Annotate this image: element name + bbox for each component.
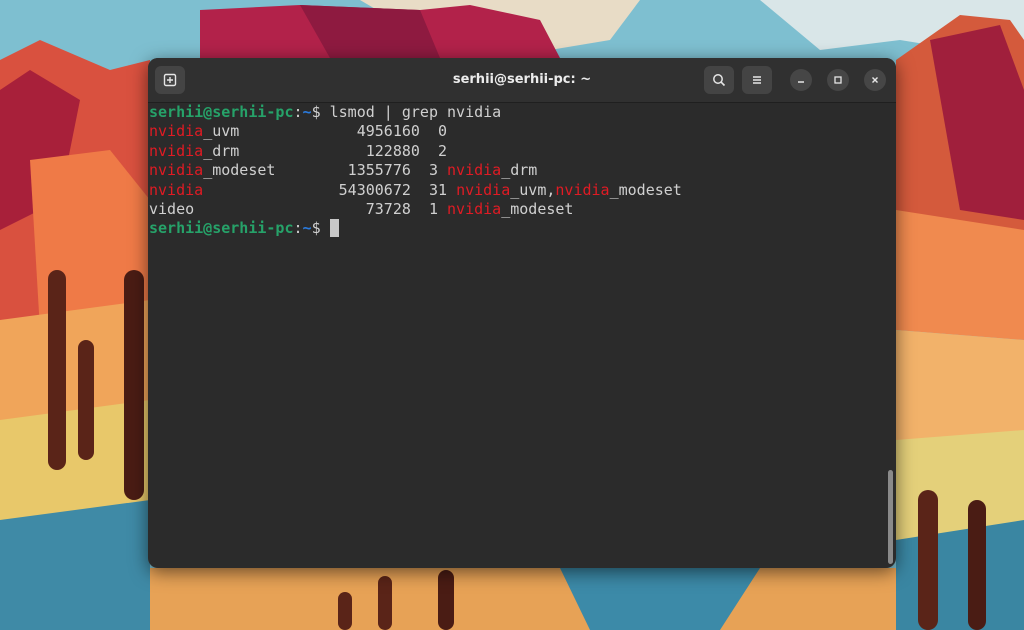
- prompt-symbol: $: [311, 103, 330, 121]
- prompt-symbol: $: [311, 219, 330, 238]
- output-line: nvidia 54300672 31 nvidia_uvm,nvidia_mod…: [149, 181, 896, 200]
- grep-match: nvidia: [149, 141, 204, 160]
- terminal-window[interactable]: serhii@serhii-pc: ~ serhii@serhii-pc:~$ …: [148, 58, 896, 568]
- output-text: 54300672 31: [203, 180, 457, 199]
- output-text: _modeset: [609, 180, 682, 199]
- output-line: nvidia_drm 122880 2: [149, 142, 896, 161]
- grep-match: nvidia: [555, 180, 610, 199]
- minimize-icon: [798, 81, 804, 83]
- grep-match: nvidia: [149, 180, 204, 199]
- grep-match: nvidia: [456, 180, 511, 199]
- maximize-icon: [834, 76, 842, 84]
- close-icon: [872, 77, 878, 83]
- output-text: _uvm,: [510, 180, 556, 199]
- close-button[interactable]: [864, 69, 886, 91]
- terminal-scrollbar[interactable]: [888, 470, 893, 564]
- prompt-user: serhii@serhii-pc: [149, 219, 294, 238]
- minimize-button[interactable]: [790, 69, 812, 91]
- maximize-button[interactable]: [827, 69, 849, 91]
- command-line: serhii@serhii-pc:~$ lsmod | grep nvidia: [149, 103, 896, 122]
- output-line: video 73728 1 nvidia_modeset: [149, 200, 896, 219]
- command-text: lsmod | grep nvidia: [329, 103, 502, 121]
- grep-match: nvidia: [149, 161, 204, 180]
- grep-match: nvidia: [447, 161, 502, 180]
- new-tab-button[interactable]: [155, 66, 185, 94]
- current-prompt-line[interactable]: serhii@serhii-pc:~$: [149, 219, 896, 238]
- new-tab-icon: [163, 73, 177, 87]
- window-title: serhii@serhii-pc: ~: [452, 72, 592, 87]
- output-line: nvidia_modeset 1355776 3 nvidia_drm: [149, 161, 896, 180]
- prompt-path: ~: [302, 219, 312, 238]
- prompt-path: ~: [302, 103, 312, 121]
- output-line: nvidia_uvm 4956160 0: [149, 122, 896, 141]
- hamburger-menu-icon: [753, 76, 761, 84]
- output-text: _modeset: [501, 199, 574, 218]
- grep-match: nvidia: [149, 122, 204, 141]
- terminal-output[interactable]: serhii@serhii-pc:~$ lsmod | grep nvidia …: [148, 103, 896, 568]
- prompt-separator: :: [293, 103, 303, 121]
- prompt-separator: :: [293, 219, 303, 238]
- text-cursor: [329, 219, 339, 238]
- search-icon: [713, 74, 726, 87]
- desktop: serhii@serhii-pc: ~ serhii@serhii-pc:~$ …: [0, 0, 1024, 630]
- title-bar[interactable]: serhii@serhii-pc: ~: [148, 58, 896, 103]
- prompt-user: serhii@serhii-pc: [149, 103, 294, 121]
- output-text: _uvm 4956160 0: [203, 122, 448, 141]
- menu-button[interactable]: [742, 66, 772, 94]
- output-text: _drm: [501, 161, 538, 180]
- grep-match: nvidia: [447, 199, 502, 218]
- output-text: _modeset 1355776 3: [203, 161, 448, 180]
- output-text: video 73728 1: [149, 199, 448, 218]
- output-text: _drm 122880 2: [203, 141, 448, 160]
- search-button[interactable]: [704, 66, 734, 94]
